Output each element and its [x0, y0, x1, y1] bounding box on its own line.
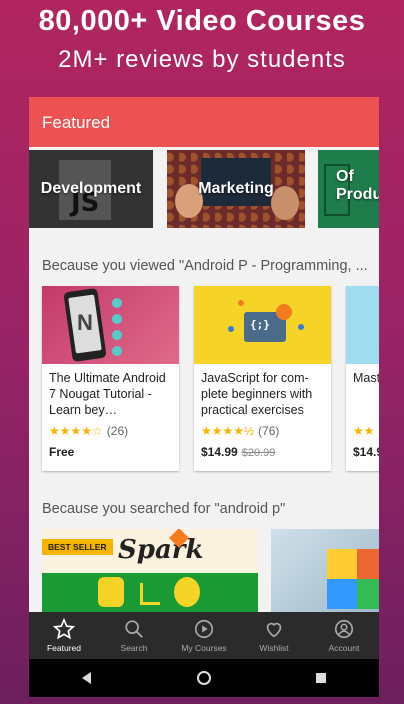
tab-label: My Courses: [181, 643, 227, 653]
rating-count: (76): [258, 424, 280, 438]
tab-label: Wishlist: [259, 643, 289, 653]
price-value: $14.99: [201, 445, 238, 459]
course-price: $14.9: [353, 445, 379, 459]
category-development[interactable]: JS Development: [29, 150, 153, 228]
category-carousel[interactable]: JS Development Marketing Of Produ: [29, 150, 379, 230]
recents-icon[interactable]: [313, 670, 329, 686]
price-value: Free: [49, 445, 75, 459]
spark-logo: Spark: [118, 535, 204, 565]
course-rating: ★★: [353, 424, 375, 438]
course-price: Free: [49, 445, 74, 459]
home-icon[interactable]: [196, 670, 212, 686]
promo-subline: 2M+ reviews by students: [58, 46, 346, 73]
rating-stars: ★★★★☆: [49, 424, 103, 438]
section-title-searched: Because you searched for "android p": [42, 501, 286, 517]
back-icon[interactable]: [79, 670, 95, 686]
course-card-partial[interactable]: [271, 529, 379, 614]
category-label: Development: [40, 180, 142, 197]
old-price: $20.99: [241, 447, 276, 459]
best-seller-badge: BEST SELLER: [42, 539, 113, 555]
promo-headline: 80,000+ Video Courses: [38, 5, 366, 37]
course-thumbnail: N: [42, 286, 179, 364]
category-label: Marketing: [198, 180, 274, 197]
course-card[interactable]: N The Ultimate Android 7 Nougat Tutorial…: [42, 286, 179, 471]
tab-my-courses[interactable]: My Courses: [169, 612, 239, 659]
tab-featured[interactable]: Featured: [29, 612, 99, 659]
tab-account[interactable]: Account: [309, 612, 379, 659]
heart-icon: [266, 622, 282, 638]
bottom-navigation: Featured Search My Courses Wishlist Acco…: [29, 612, 379, 659]
category-marketing[interactable]: Marketing: [167, 150, 305, 228]
tab-wishlist[interactable]: Wishlist: [239, 612, 309, 659]
rating-count: (26): [106, 424, 129, 438]
price-value: $14.9: [353, 445, 379, 459]
course-thumbnail: [346, 286, 379, 364]
tab-label: Featured: [46, 643, 82, 653]
course-card-spark[interactable]: BEST SELLER Spark: [42, 529, 258, 614]
search-icon: [125, 620, 143, 638]
spark-icon-strip: [42, 573, 258, 614]
page-title: Featured: [42, 113, 111, 132]
course-title: JavaScript for com-plete beginners with …: [201, 371, 313, 417]
tab-search[interactable]: Search: [99, 612, 169, 659]
course-price: $14.99 $20.99: [201, 445, 275, 459]
course-title: Mast Build Fund: [353, 371, 379, 385]
phone-screen: Featured JS Development Marketing Of Pro…: [29, 97, 379, 697]
course-card[interactable]: Mast Build Fund ★★ $14.9: [346, 286, 379, 471]
play-circle-icon: [194, 619, 214, 639]
section-title-viewed: Because you viewed "Android P - Programm…: [42, 258, 368, 274]
tab-label: Account: [328, 643, 360, 653]
category-label: Of Produ: [336, 168, 379, 203]
course-thumbnail: [327, 549, 379, 609]
app-bar: Featured: [29, 97, 379, 147]
rating-stars: ★★: [353, 424, 375, 438]
course-thumbnail: {;}: [194, 286, 331, 364]
account-icon: [334, 619, 354, 639]
tab-label: Search: [120, 643, 148, 653]
course-rating: ★★★★½ (76): [201, 424, 279, 438]
course-card[interactable]: {;} JavaScript for com-plete beginners w…: [194, 286, 331, 471]
rating-stars: ★★★★½: [201, 424, 255, 438]
course-title: The Ultimate Android 7 Nougat Tutorial -…: [49, 371, 166, 417]
category-office[interactable]: Of Produ: [318, 150, 379, 228]
system-navigation-bar: [29, 659, 379, 697]
star-icon: [53, 618, 75, 640]
course-rating: ★★★★☆ (26): [49, 424, 128, 438]
